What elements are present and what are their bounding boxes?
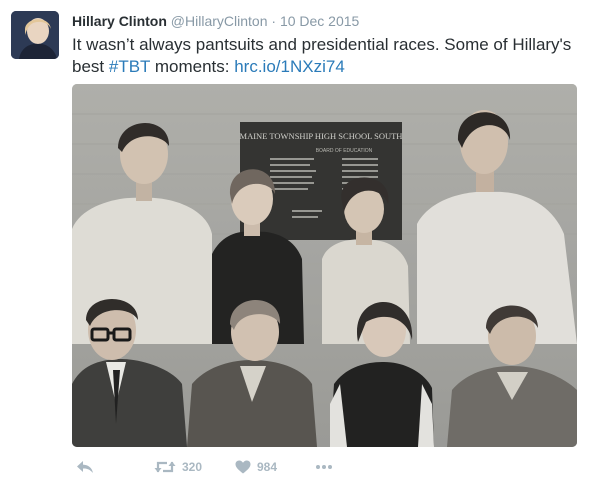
more-icon xyxy=(316,465,332,469)
reply-button[interactable] xyxy=(76,460,94,474)
avatar[interactable] xyxy=(11,11,59,59)
url-link[interactable]: hrc.io/1NXzi74 xyxy=(234,57,345,76)
like-count: 984 xyxy=(257,460,278,474)
like-button[interactable]: 984 xyxy=(235,460,277,474)
retweet-button[interactable]: 320 xyxy=(154,460,202,474)
meta-separator: · xyxy=(271,13,277,29)
more-button[interactable] xyxy=(315,464,333,470)
tweet-header: Hillary Clinton @HillaryClinton · 10 Dec… xyxy=(72,12,359,30)
heart-icon xyxy=(235,460,251,474)
author-name[interactable]: Hillary Clinton xyxy=(72,13,167,29)
tweet-actions: 320 984 xyxy=(72,455,577,479)
tweet-date[interactable]: 10 Dec 2015 xyxy=(280,13,359,29)
tweet-text-part: moments: xyxy=(150,57,235,76)
author-handle[interactable]: @HillaryClinton xyxy=(171,13,268,29)
reply-icon xyxy=(77,461,93,473)
hashtag-link[interactable]: #TBT xyxy=(109,57,150,76)
tweet-text: It wasn’t always pantsuits and president… xyxy=(72,34,577,78)
retweet-count: 320 xyxy=(182,460,203,474)
tweet-photo[interactable]: MAINE TOWNSHIP HIGH SCHOOL SOUTH BOARD O… xyxy=(72,84,577,447)
retweet-icon xyxy=(154,461,176,473)
